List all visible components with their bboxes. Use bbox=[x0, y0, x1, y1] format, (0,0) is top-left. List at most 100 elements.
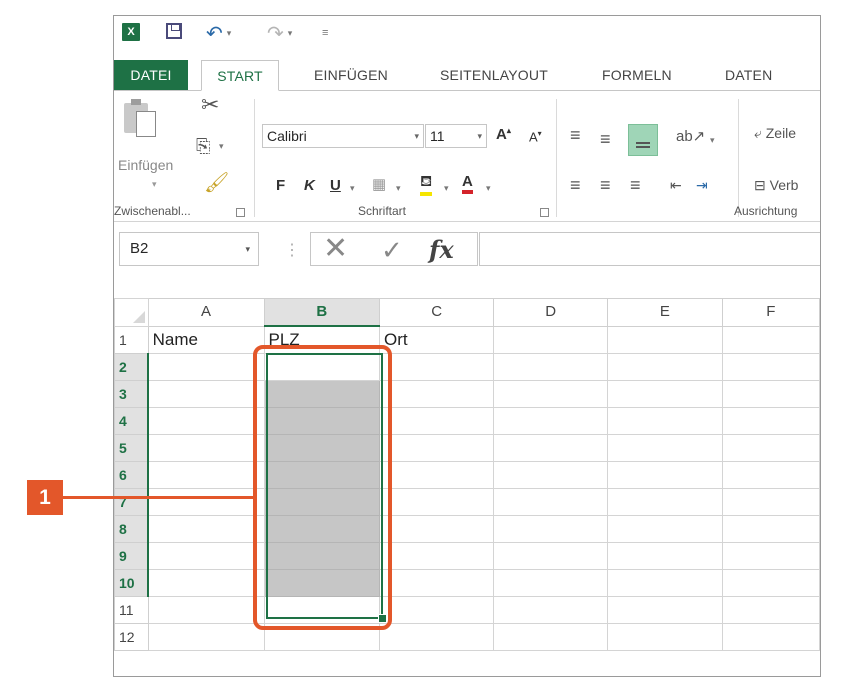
cell-a2[interactable] bbox=[147, 353, 265, 381]
cell-f5[interactable] bbox=[721, 434, 820, 462]
tab-daten[interactable]: DATEN bbox=[725, 60, 772, 90]
undo-button[interactable]: ↶ ▾ bbox=[206, 23, 232, 45]
cell-d9[interactable] bbox=[493, 542, 609, 570]
font-launcher-icon[interactable] bbox=[540, 208, 549, 217]
copy-dropdown-caret[interactable]: ▾ bbox=[219, 141, 224, 152]
cell-a11[interactable] bbox=[147, 596, 265, 624]
cell-f12[interactable] bbox=[721, 623, 820, 651]
row-header-8[interactable]: 8 bbox=[114, 515, 150, 543]
cell-c5[interactable] bbox=[378, 434, 495, 462]
cell-d2[interactable] bbox=[493, 353, 609, 381]
grow-font-icon[interactable]: A▴ bbox=[496, 126, 511, 143]
cell-f3[interactable] bbox=[721, 380, 820, 408]
align-left-icon[interactable]: ≡ bbox=[570, 175, 581, 196]
excel-logo-icon[interactable]: X bbox=[122, 23, 140, 41]
row-header-3[interactable]: 3 bbox=[114, 380, 150, 408]
tab-einfuegen[interactable]: EINFÜGEN bbox=[314, 60, 388, 90]
cell-d7[interactable] bbox=[493, 488, 609, 516]
insert-function-icon[interactable]: fx bbox=[429, 233, 454, 267]
increase-indent-icon[interactable]: ⇥ bbox=[696, 177, 708, 194]
cell-f8[interactable] bbox=[721, 515, 820, 543]
cell-a3[interactable] bbox=[147, 380, 265, 408]
tab-formeln[interactable]: FORMELN bbox=[602, 60, 672, 90]
cell-e4[interactable] bbox=[607, 407, 723, 435]
underline-button[interactable]: U bbox=[330, 177, 341, 194]
paste-icon[interactable] bbox=[124, 97, 156, 137]
cell-c6[interactable] bbox=[378, 461, 495, 489]
cell-f2[interactable] bbox=[721, 353, 820, 381]
cell-a1[interactable]: Name bbox=[147, 325, 265, 354]
cell-d10[interactable] bbox=[493, 569, 609, 597]
cell-d5[interactable] bbox=[493, 434, 609, 462]
fill-color-dropdown-caret[interactable]: ▾ bbox=[444, 183, 449, 194]
cell-d3[interactable] bbox=[493, 380, 609, 408]
paste-button-label[interactable]: Einfügen bbox=[118, 157, 173, 173]
cell-c4[interactable] bbox=[378, 407, 495, 435]
borders-dropdown-caret[interactable]: ▾ bbox=[396, 183, 401, 194]
formula-bar-grip-icon[interactable]: ⋮ bbox=[284, 240, 300, 260]
bold-button[interactable]: F bbox=[276, 177, 285, 194]
align-center-icon[interactable]: ≡ bbox=[600, 175, 611, 196]
cell-f1[interactable] bbox=[721, 325, 820, 354]
orientation-dropdown-caret[interactable]: ▾ bbox=[710, 135, 715, 146]
cell-f10[interactable] bbox=[721, 569, 820, 597]
cell-e7[interactable] bbox=[607, 488, 723, 516]
row-header-6[interactable]: 6 bbox=[114, 461, 150, 489]
font-name-select[interactable]: Calibri ▾ bbox=[262, 124, 424, 148]
cell-a8[interactable] bbox=[147, 515, 265, 543]
undo-dropdown-caret[interactable]: ▾ bbox=[227, 28, 232, 39]
cell-e3[interactable] bbox=[607, 380, 723, 408]
align-top-icon[interactable]: ≡ bbox=[570, 125, 581, 146]
row-header-11[interactable]: 11 bbox=[114, 596, 149, 624]
cut-icon[interactable]: ✂ bbox=[201, 92, 219, 118]
column-header-a[interactable]: A bbox=[147, 298, 265, 327]
row-header-1[interactable]: 1 bbox=[114, 325, 149, 354]
save-icon[interactable] bbox=[166, 23, 182, 39]
tab-seitenlayout[interactable]: SEITENLAYOUT bbox=[440, 60, 548, 90]
cell-d1[interactable] bbox=[493, 325, 609, 354]
column-header-e[interactable]: E bbox=[607, 298, 723, 327]
formula-input[interactable] bbox=[479, 232, 820, 266]
borders-icon[interactable]: ▦ bbox=[372, 175, 386, 193]
cell-f9[interactable] bbox=[721, 542, 820, 570]
orientation-icon[interactable]: ab↗ bbox=[676, 127, 705, 145]
cell-e8[interactable] bbox=[607, 515, 723, 543]
row-header-5[interactable]: 5 bbox=[114, 434, 150, 462]
cell-c11[interactable] bbox=[378, 596, 495, 624]
cell-a7[interactable] bbox=[147, 488, 265, 516]
cell-a6[interactable] bbox=[147, 461, 265, 489]
paste-dropdown-caret[interactable]: ▾ bbox=[152, 179, 157, 190]
cell-e6[interactable] bbox=[607, 461, 723, 489]
cell-c2[interactable] bbox=[378, 353, 495, 381]
cell-a9[interactable] bbox=[147, 542, 265, 570]
customize-qat-button[interactable]: ≡ bbox=[322, 23, 328, 43]
underline-dropdown-caret[interactable]: ▾ bbox=[350, 183, 355, 194]
cell-e5[interactable] bbox=[607, 434, 723, 462]
redo-button[interactable]: ↷ ▾ bbox=[267, 23, 292, 45]
align-middle-icon[interactable]: ≡ bbox=[600, 129, 611, 150]
font-color-icon[interactable]: A bbox=[462, 173, 473, 194]
cell-c9[interactable] bbox=[378, 542, 495, 570]
align-bottom-button[interactable] bbox=[628, 124, 658, 156]
cell-a10[interactable] bbox=[147, 569, 265, 597]
row-header-7[interactable]: 7 bbox=[114, 488, 150, 516]
tab-datei[interactable]: DATEI bbox=[114, 60, 188, 90]
cell-e2[interactable] bbox=[607, 353, 723, 381]
cell-d12[interactable] bbox=[493, 623, 609, 651]
cancel-icon[interactable]: ✕ bbox=[323, 233, 348, 265]
row-header-9[interactable]: 9 bbox=[114, 542, 150, 570]
row-header-10[interactable]: 10 bbox=[114, 569, 150, 597]
cell-e11[interactable] bbox=[607, 596, 723, 624]
name-box[interactable]: B2 ▾ bbox=[119, 232, 259, 266]
cell-f6[interactable] bbox=[721, 461, 820, 489]
align-right-icon[interactable]: ≡ bbox=[630, 175, 641, 196]
select-all-corner[interactable] bbox=[114, 298, 149, 327]
fill-color-icon[interactable]: ⛾ bbox=[420, 173, 433, 196]
cell-c10[interactable] bbox=[378, 569, 495, 597]
font-size-select[interactable]: 11 ▾ bbox=[425, 124, 487, 148]
cell-c1[interactable]: Ort bbox=[378, 325, 495, 354]
cell-c12[interactable] bbox=[378, 623, 495, 651]
column-header-c[interactable]: C bbox=[378, 298, 495, 327]
cell-d11[interactable] bbox=[493, 596, 609, 624]
copy-icon[interactable]: ⎘ bbox=[196, 136, 210, 157]
